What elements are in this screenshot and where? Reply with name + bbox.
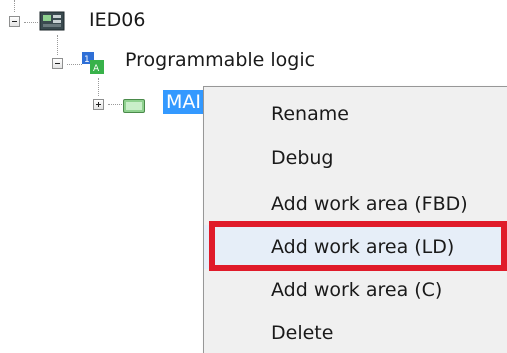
tree-guide-line	[108, 104, 122, 105]
programmable-logic-icon: 1 A	[82, 52, 104, 74]
tree-node-programmable-logic[interactable]: Programmable logic	[125, 48, 315, 72]
svg-text:A: A	[93, 64, 100, 74]
context-menu: Rename Debug Add work area (FBD) Add wor…	[203, 86, 507, 353]
collapse-toggle[interactable]	[52, 58, 63, 69]
menu-item-debug[interactable]: Debug	[204, 136, 507, 180]
menu-item-add-work-area-ld[interactable]: Add work area (LD)	[204, 225, 507, 269]
collapse-toggle[interactable]	[9, 16, 20, 27]
menu-item-delete[interactable]: Delete	[204, 311, 507, 353]
tree-guide-line	[24, 22, 38, 23]
tree-node-ied06[interactable]: IED06	[89, 8, 145, 32]
menu-item-add-work-area-fbd[interactable]: Add work area (FBD)	[204, 182, 507, 226]
svg-text:1: 1	[84, 55, 90, 65]
menu-item-add-work-area-c[interactable]: Add work area (C)	[204, 268, 507, 312]
tree-node-mai[interactable]: MAI	[163, 90, 204, 114]
tree-guide-line	[14, 0, 15, 12]
expand-toggle[interactable]	[93, 99, 104, 110]
tree-guide-line	[98, 78, 99, 96]
ied-device-icon	[39, 10, 65, 32]
screen: IED06 1 A Programmable logic MAI Rename …	[0, 0, 507, 353]
tree-guide-line	[57, 35, 58, 55]
tree-guide-line	[67, 64, 82, 65]
menu-item-rename[interactable]: Rename	[204, 92, 507, 136]
logic-folder-icon	[123, 98, 145, 113]
